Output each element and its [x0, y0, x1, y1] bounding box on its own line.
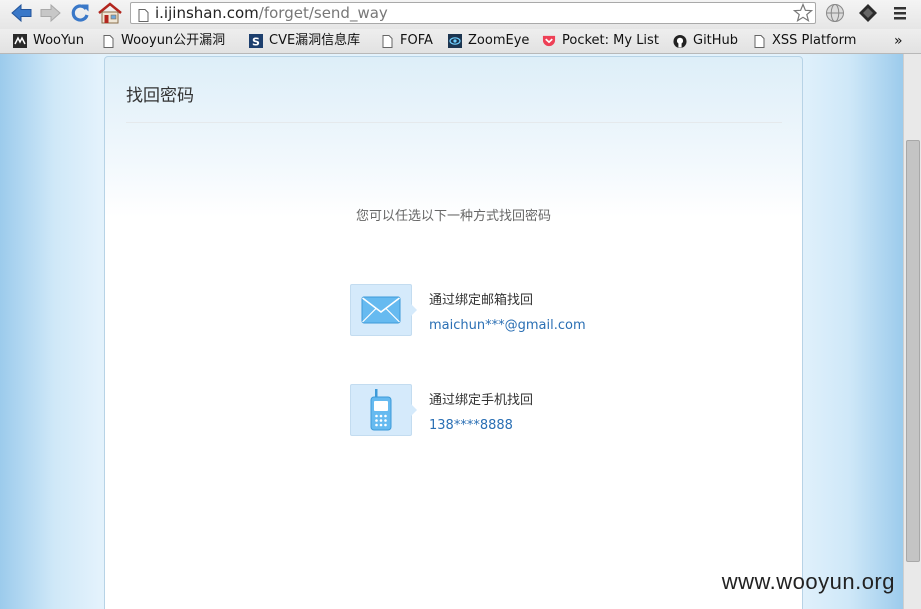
- cve-s-icon: S: [249, 34, 263, 48]
- bookmark-label: CVE漏洞信息库: [269, 33, 361, 48]
- phone-option-label: 通过绑定手机找回: [429, 393, 534, 408]
- home-icon: [98, 2, 122, 24]
- wooyun-watermark: www.wooyun.org: [721, 569, 895, 594]
- forward-button[interactable]: [39, 2, 61, 24]
- star-bookmark-button[interactable]: [792, 2, 814, 28]
- page-icon: [752, 34, 766, 48]
- recovery-instructions: 您可以任选以下一种方式找回密码: [355, 209, 551, 224]
- page-viewport: 找回密码 您可以任选以下一种方式找回密码 通过绑定邮箱找回 maichun***…: [0, 54, 903, 609]
- back-button[interactable]: [11, 2, 33, 24]
- email-tile[interactable]: [350, 284, 417, 336]
- bookmark-label: Pocket: My List: [562, 33, 659, 48]
- page-icon: [101, 34, 115, 48]
- url-path: /forget/send_way: [258, 4, 388, 22]
- back-arrow-icon: [11, 3, 32, 23]
- bookmark-github[interactable]: GitHub: [673, 32, 743, 50]
- reload-button[interactable]: [69, 2, 91, 24]
- bookmark-xss-platform[interactable]: XSS Platform: [752, 32, 862, 50]
- globe-extension-button[interactable]: [824, 2, 846, 24]
- diamond-extension-button[interactable]: [857, 2, 879, 24]
- zoomeye-eye-icon: [448, 34, 462, 48]
- menu-button[interactable]: [889, 2, 911, 24]
- home-button[interactable]: [97, 2, 123, 24]
- diamond-icon: [859, 4, 877, 22]
- hamburger-menu-icon: [894, 7, 906, 20]
- title-divider: [126, 122, 782, 123]
- bookmark-label: Wooyun公开漏洞: [121, 33, 226, 48]
- globe-icon: [826, 4, 844, 22]
- bookmark-pocket[interactable]: Pocket: My List: [542, 32, 664, 50]
- page-title: 找回密码: [126, 86, 194, 106]
- vertical-scrollbar[interactable]: [903, 54, 921, 609]
- email-option-label: 通过绑定邮箱找回: [429, 293, 534, 308]
- masked-email-link[interactable]: maichun***@gmail.com: [429, 318, 586, 333]
- phone-tile[interactable]: [350, 384, 417, 436]
- bookmark-zoomeye[interactable]: ZoomEye: [448, 32, 533, 50]
- masked-phone-link[interactable]: 138****8888: [429, 418, 513, 433]
- bookmark-label: FOFA: [400, 33, 433, 48]
- star-icon: [792, 2, 814, 23]
- bookmarks-bar: WooYun Wooyun公开漏洞 S CVE漏洞信息库 FOFA ZoomEy…: [0, 29, 921, 54]
- wooyun-icon: [13, 34, 27, 48]
- bookmark-cve[interactable]: S CVE漏洞信息库: [249, 32, 371, 50]
- address-bar[interactable]: i.ijinshan.com/forget/send_way: [130, 2, 816, 24]
- bookmark-label: ZoomEye: [468, 33, 530, 48]
- pocket-icon: [542, 34, 556, 48]
- bookmarks-overflow-chevron[interactable]: »: [894, 32, 908, 50]
- scrollbar-thumb[interactable]: [906, 140, 920, 562]
- url-host: i.ijinshan.com: [155, 4, 259, 22]
- bookmark-wooyun-public-vulns[interactable]: Wooyun公开漏洞: [101, 32, 238, 50]
- bookmark-label: WooYun: [33, 33, 84, 48]
- mobile-phone-icon: [370, 389, 392, 431]
- forward-arrow-icon: [40, 3, 61, 23]
- github-icon: [673, 34, 687, 48]
- svg-text:S: S: [252, 36, 260, 49]
- bookmark-label: GitHub: [693, 33, 739, 48]
- browser-toolbar: i.ijinshan.com/forget/send_way: [0, 0, 921, 29]
- password-recovery-panel: 找回密码 您可以任选以下一种方式找回密码 通过绑定邮箱找回 maichun***…: [104, 56, 803, 609]
- bookmark-wooyun[interactable]: WooYun: [13, 32, 93, 50]
- page-icon: [138, 7, 149, 27]
- reload-icon: [71, 4, 89, 22]
- page-icon: [380, 34, 394, 48]
- bookmark-label: XSS Platform: [772, 33, 857, 48]
- bookmark-fofa[interactable]: FOFA: [380, 32, 440, 50]
- envelope-icon: [361, 296, 401, 324]
